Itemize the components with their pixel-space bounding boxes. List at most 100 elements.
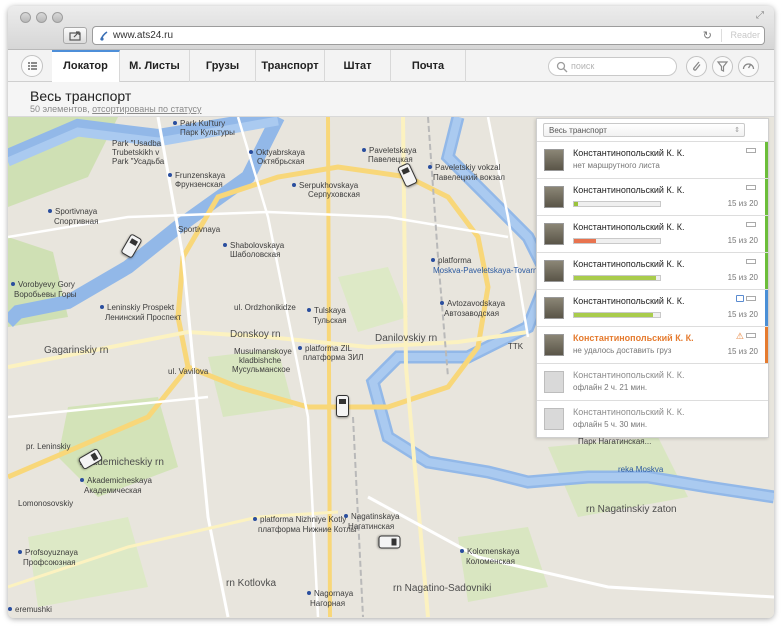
vehicle-status-text: офлайн 2 ч. 21 мин. (573, 383, 648, 392)
map-label: platforma Nizhniye Kotly (253, 515, 346, 524)
filter-button[interactable] (712, 56, 733, 77)
map-label: Октябрьская (257, 157, 305, 166)
battery-icon (746, 296, 756, 301)
map-label: Musulmanskoye (234, 347, 292, 356)
vehicle-row[interactable]: Константинопольский К. К. офлайн 2 ч. 21 … (537, 363, 768, 400)
map-label: reka Moskva (618, 465, 664, 474)
driver-name: Константинопольский К. К. (573, 370, 685, 380)
map-label: платформа Нижние Котлы (258, 525, 357, 534)
vehicle-row[interactable]: Константинопольский К. К. 15 из 20 (537, 252, 768, 289)
map-label: Avtozavodskaya (440, 299, 505, 308)
map-label: Moskva-Paveletskaya-Tovarn (433, 266, 538, 275)
route-progress-bar (573, 201, 661, 207)
delivery-count: 15 из 20 (727, 347, 758, 356)
fullscreen-icon[interactable]: ⤢ (756, 11, 766, 21)
share-button[interactable] (63, 27, 87, 44)
vehicle-row[interactable]: Константинопольский К. К. 15 из 20 (537, 178, 768, 215)
map-label: Тульская (313, 316, 347, 325)
battery-icon (746, 222, 756, 227)
speedometer-icon (742, 63, 755, 70)
search-placeholder: поиск (571, 61, 595, 71)
map-label: Парк Нагатинская... (578, 437, 652, 446)
map-label: Фрунзенская (175, 180, 223, 189)
driver-avatar (544, 334, 564, 356)
vehicle-status-text: не удалось доставить груз (573, 346, 672, 355)
vehicle-row[interactable]: Константинопольский К. К. офлайн 5 ч. 30 … (537, 400, 768, 437)
delivery-count: 15 из 20 (727, 310, 758, 319)
tab-staff[interactable]: Штат (325, 50, 391, 82)
battery-icon (746, 148, 756, 153)
status-stripe (765, 216, 768, 252)
speed-button[interactable] (738, 56, 759, 77)
driver-name: Константинопольский К. К. (573, 259, 685, 269)
tab-locator[interactable]: Локатор (52, 50, 120, 82)
map-label: Donskoy rn (230, 329, 281, 340)
sort-link[interactable]: отсортированы по статусу (92, 104, 201, 114)
map-label: Trubetskikh v (112, 148, 160, 157)
route-progress-bar (573, 275, 661, 281)
map-label: платформа ЗИЛ (303, 353, 364, 362)
tab-cargo[interactable]: Грузы (190, 50, 256, 82)
vehicle-marker[interactable] (378, 535, 401, 549)
map-label: rn Kotlovka (226, 578, 277, 589)
vehicle-row[interactable]: Константинопольский К. К. не удалось дост… (537, 326, 768, 363)
map-label: Akademicheskaya (80, 476, 152, 485)
driver-avatar (544, 260, 564, 282)
delivery-count: 15 из 20 (727, 199, 758, 208)
battery-icon (746, 259, 756, 264)
driver-name: Константинопольский К. К. (573, 333, 694, 343)
driver-name: Константинопольский К. К. (573, 222, 685, 232)
transport-filter-select[interactable]: Весь транспорт ⇕ (543, 123, 745, 137)
menu-button[interactable] (21, 55, 43, 77)
items-count: 50 элементов, (30, 104, 90, 114)
search-input[interactable]: поиск (548, 57, 677, 76)
battery-icon (746, 333, 756, 338)
route-progress-fill (574, 239, 596, 243)
address-bar[interactable]: www.ats24.ru ↻ Reader (92, 26, 765, 45)
map-label: TTK (508, 342, 524, 351)
battery-icon (746, 185, 756, 190)
status-stripe (765, 179, 768, 215)
map-label: Leninskiy Prospekt (100, 303, 174, 312)
map-label: Профсоюзная (23, 558, 76, 567)
map-label: Serpukhovskaya (292, 181, 358, 190)
reader-button[interactable]: Reader (721, 29, 760, 42)
map-label: Frunzenskaya (168, 171, 225, 180)
warning-icon: ⚠ (735, 331, 744, 341)
map-label: Нагорная (310, 599, 346, 608)
status-stripe (765, 142, 768, 178)
driver-avatar (544, 223, 564, 245)
vehicle-row[interactable]: Константинопольский К. К. 15 из 20 (537, 215, 768, 252)
map-label: Danilovskiy rn (375, 333, 438, 344)
tab-transport[interactable]: Транспорт (256, 50, 325, 82)
attach-button[interactable] (686, 56, 707, 77)
minimize-window-button[interactable] (36, 12, 47, 23)
map-label: Нагатинская (348, 522, 395, 531)
tab-waybills[interactable]: М. Листы (120, 50, 190, 82)
map-label: Kolomenskaya (460, 547, 519, 556)
close-window-button[interactable] (20, 12, 31, 23)
driver-name: Константинопольский К. К. (573, 185, 685, 195)
user-placeholder-icon (544, 371, 564, 393)
driver-avatar (544, 149, 564, 171)
page-title: Весь транспорт (30, 88, 132, 104)
browser-titlebar: ⤢ www.ats24.ru ↻ Reader (8, 6, 774, 50)
vehicle-marker[interactable] (336, 395, 349, 417)
map-label: Park "Усадьба (112, 157, 165, 166)
app-toolbar: Локатор М. Листы Грузы Транспорт Штат По… (8, 50, 774, 82)
map-view[interactable]: Park Kul'tury Парк Культуры Park "Usadba… (8, 117, 774, 618)
vehicle-row[interactable]: Константинопольский К. К. нет маршрутного… (537, 141, 768, 178)
map-label: Шаболовская (230, 250, 281, 259)
map-label: Shabolovskaya (223, 241, 284, 250)
search-icon (556, 61, 568, 73)
map-label: Nagatinskaya (344, 512, 399, 521)
tab-mail[interactable]: Почта (391, 50, 466, 82)
route-progress-bar (573, 238, 661, 244)
zoom-window-button[interactable] (52, 12, 63, 23)
driver-avatar (544, 297, 564, 319)
reload-icon[interactable]: ↻ (703, 29, 712, 42)
driver-name: Константинопольский К. К. (573, 148, 685, 158)
user-placeholder-icon (544, 408, 564, 430)
status-stripe (765, 253, 768, 289)
vehicle-row[interactable]: Константинопольский К. К. 15 из 20 (537, 289, 768, 326)
